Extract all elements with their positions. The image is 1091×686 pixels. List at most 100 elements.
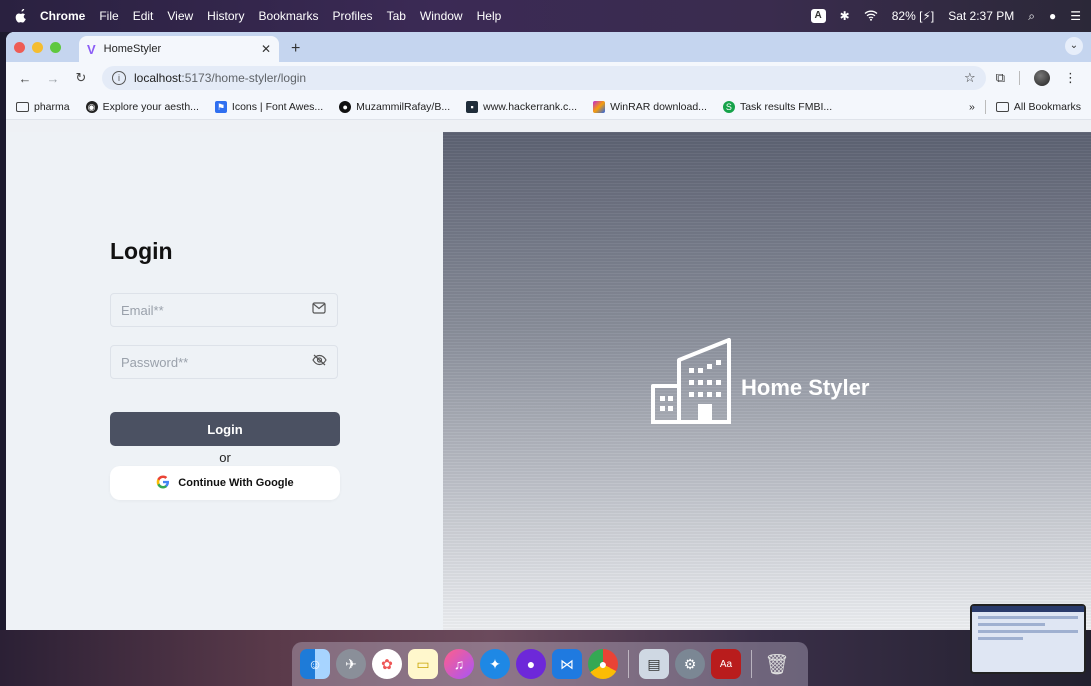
bookmark-star-icon[interactable]: ☆ <box>964 70 976 86</box>
extensions-puzzle-icon[interactable]: ⧉ <box>996 70 1005 86</box>
vscode-icon[interactable]: ⋈ <box>552 649 582 679</box>
menu-bookmarks[interactable]: Bookmarks <box>259 9 319 23</box>
wifi-icon[interactable] <box>864 9 878 24</box>
google-signin-button[interactable]: Continue With Google <box>110 466 340 500</box>
chrome-menu-icon[interactable]: ⋮ <box>1064 70 1077 86</box>
eye-slash-icon[interactable] <box>311 354 327 370</box>
thumbnail-line <box>978 630 1078 633</box>
brand-name: Home Styler <box>741 375 870 400</box>
apple-icon[interactable] <box>14 9 28 23</box>
thumbnail-line <box>978 637 1023 640</box>
input-source-icon[interactable]: A <box>810 9 826 23</box>
bookmark-explore[interactable]: ◉ Explore your aesth... <box>85 100 199 113</box>
menu-window[interactable]: Window <box>420 9 463 23</box>
menu-profiles[interactable]: Profiles <box>333 9 373 23</box>
vite-favicon-icon: V <box>87 41 96 57</box>
window-controls <box>14 32 61 62</box>
github-icon: ● <box>339 100 352 113</box>
login-button[interactable]: Login <box>110 412 340 446</box>
menu-edit[interactable]: Edit <box>133 9 154 23</box>
profile-avatar[interactable] <box>1034 70 1050 86</box>
tab-title: HomeStyler <box>103 43 162 55</box>
bookmark-task-results[interactable]: S Task results FMBI... <box>722 100 833 113</box>
bookmarks-bar: pharma ◉ Explore your aesth... ⚑ Icons |… <box>6 94 1091 120</box>
close-window-button[interactable] <box>14 41 25 53</box>
menu-app-name[interactable]: Chrome <box>40 9 85 23</box>
browser-toolbar: ← → ↻ i localhost:5173/home-styler/login… <box>6 62 1091 94</box>
battery-status[interactable]: 82% [⚡] <box>892 9 934 23</box>
screenshot-thumbnail-preview[interactable] <box>970 604 1086 674</box>
email-field[interactable] <box>110 293 338 327</box>
building-icon <box>651 338 731 424</box>
browser-window: V HomeStyler ✕ + ⌄ ← → ↻ i localhost:517… <box>6 32 1091 630</box>
music-icon[interactable]: ♫ <box>444 649 474 679</box>
siri-icon[interactable]: ● <box>1049 9 1056 23</box>
new-tab-button[interactable]: + <box>291 36 300 62</box>
bookmark-github[interactable]: ● MuzammilRafay/B... <box>339 100 450 113</box>
minimize-window-button[interactable] <box>32 41 43 53</box>
launchpad-icon[interactable]: ✈ <box>336 649 366 679</box>
bookmark-hackerrank[interactable]: ▪ www.hackerrank.c... <box>466 100 578 113</box>
site-info-icon[interactable]: i <box>112 71 126 85</box>
bookmark-label: Explore your aesth... <box>102 100 199 113</box>
bookmark-label: www.hackerrank.c... <box>483 100 578 113</box>
zoom-window-button[interactable] <box>50 41 61 53</box>
github-desktop-icon[interactable]: ● <box>516 649 546 679</box>
close-tab-icon[interactable]: ✕ <box>261 42 271 56</box>
bookmark-label: pharma <box>34 100 70 113</box>
password-input[interactable] <box>121 354 311 370</box>
menu-history[interactable]: History <box>207 9 244 23</box>
brand-logo: Home Styler <box>649 338 869 424</box>
all-bookmarks-button[interactable]: All Bookmarks <box>995 100 1081 113</box>
back-button[interactable]: ← <box>14 71 36 86</box>
bookmark-label: Task results FMBI... <box>739 100 833 113</box>
notes-icon[interactable]: ▭ <box>408 649 438 679</box>
task-icon: S <box>722 100 735 113</box>
menubar-status-area: A ✱ 82% [⚡] Sat 2:37 PM ⌕ ● ☰ <box>810 9 1081 24</box>
tab-search-chevron-icon[interactable]: ⌄ <box>1065 37 1083 55</box>
email-input[interactable] <box>121 302 311 318</box>
all-bookmarks-label: All Bookmarks <box>1013 100 1081 113</box>
address-bar[interactable]: i localhost:5173/home-styler/login ☆ <box>102 66 986 90</box>
menu-file[interactable]: File <box>99 9 118 23</box>
hackerrank-icon: ▪ <box>466 100 479 113</box>
bluetooth-icon[interactable]: ✱ <box>840 9 850 23</box>
bookmark-fontawesome[interactable]: ⚑ Icons | Font Awes... <box>214 100 323 113</box>
compass-icon: ◉ <box>85 100 98 113</box>
menu-view[interactable]: View <box>167 9 193 23</box>
bookmark-pharma[interactable]: pharma <box>16 101 70 113</box>
preview-icon[interactable]: ▤ <box>639 649 669 679</box>
bookmark-label: WinRAR download... <box>610 100 707 113</box>
trash-icon[interactable]: 🗑 <box>762 649 792 679</box>
reload-button[interactable]: ↻ <box>70 70 92 86</box>
battery-icon: [⚡] <box>919 9 935 23</box>
bookmark-winrar[interactable]: WinRAR download... <box>593 100 707 113</box>
tab-strip: V HomeStyler ✕ + ⌄ <box>6 32 1091 62</box>
menu-help[interactable]: Help <box>477 9 502 23</box>
password-field[interactable] <box>110 345 338 379</box>
battery-percent: 82% <box>891 9 916 23</box>
toolbar-divider <box>1019 71 1020 85</box>
menu-tab[interactable]: Tab <box>387 9 406 23</box>
system-settings-icon[interactable]: ⚙ <box>675 649 705 679</box>
tab-homestyler[interactable]: V HomeStyler ✕ <box>79 36 279 62</box>
folder-icon <box>995 101 1009 112</box>
forward-button[interactable]: → <box>42 71 64 86</box>
url-host: localhost <box>134 71 182 85</box>
control-center-icon[interactable]: ☰ <box>1070 9 1081 23</box>
macos-menu-bar: Chrome File Edit View History Bookmarks … <box>0 0 1091 32</box>
bookmarks-overflow: » All Bookmarks <box>969 99 1081 114</box>
more-bookmarks-button[interactable]: » <box>969 101 975 113</box>
clock[interactable]: Sat 2:37 PM <box>948 9 1014 23</box>
dictionary-icon[interactable]: Aa <box>711 649 741 679</box>
envelope-icon <box>311 302 327 318</box>
spotlight-search-icon[interactable]: ⌕ <box>1028 9 1035 24</box>
thumbnail-header <box>972 606 1084 612</box>
finder-icon[interactable]: ☺ <box>300 649 330 679</box>
login-panel: Login Login or Continue With Google <box>6 132 443 630</box>
photos-icon[interactable]: ✿ <box>372 649 402 679</box>
folder-icon <box>16 101 29 112</box>
safari-icon[interactable]: ✦ <box>480 649 510 679</box>
chrome-dock-icon[interactable]: ● <box>588 649 618 679</box>
brand-panel: Home Styler <box>443 132 1091 630</box>
